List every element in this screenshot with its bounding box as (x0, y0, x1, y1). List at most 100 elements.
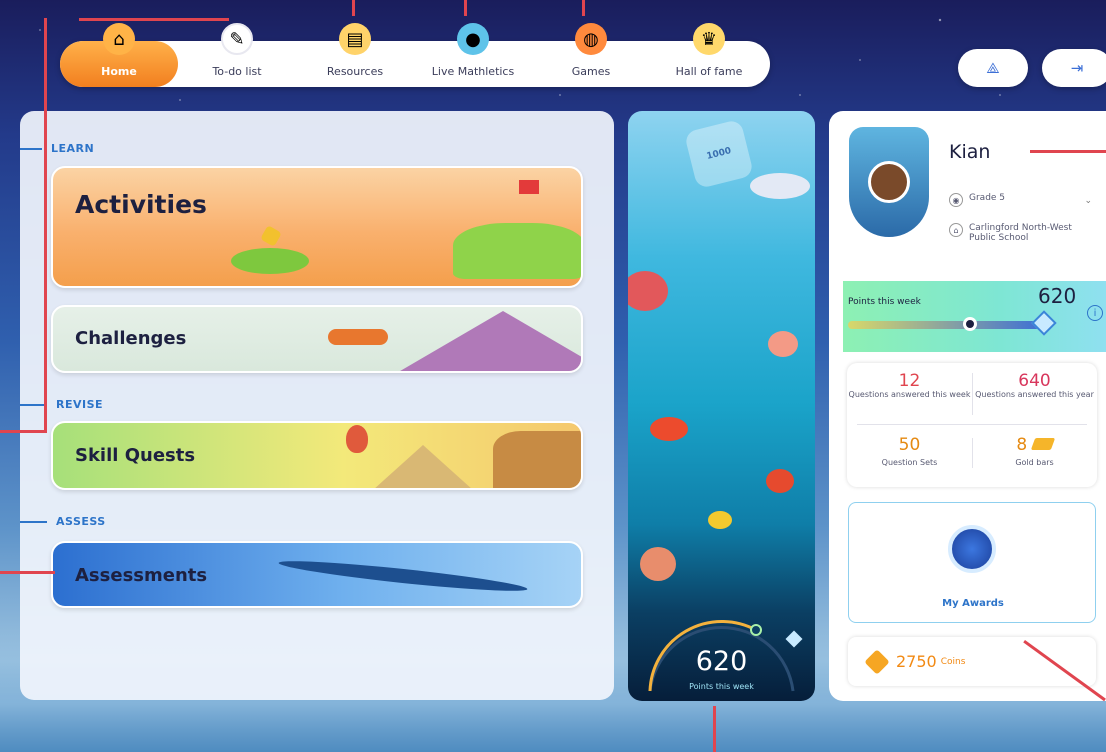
assessments-card[interactable]: Assessments (51, 541, 583, 608)
week-label: Points this week (848, 297, 921, 307)
pyramid-illustration (373, 445, 473, 488)
activities-card[interactable]: Activities (51, 166, 583, 288)
nav-todo-list[interactable]: ✎ To-do list (178, 23, 296, 87)
stat-week-questions: 12 Questions answered this week (847, 371, 972, 400)
manta-ray-illustration (277, 555, 529, 597)
student-name: Kian (949, 141, 991, 163)
stat-question-sets: 50 Question Sets (847, 435, 972, 468)
section-learn-label: LEARN (51, 142, 95, 155)
chevron-down-icon[interactable]: ⌄ (1084, 196, 1092, 206)
diamond-goal-icon (1031, 310, 1057, 336)
award-badge-icon (948, 525, 996, 573)
challenges-title: Challenges (75, 328, 187, 349)
nav-hof-label: Hall of fame (675, 65, 743, 78)
clownfish-icon (650, 417, 688, 441)
points-this-week-band: Points this week 620 (843, 281, 1106, 352)
annotation-arrow (1030, 150, 1106, 153)
stat-year-questions: 640 Questions answered this year (972, 371, 1097, 400)
ocean-progress-panel: 1000 620 Points this week (628, 111, 815, 701)
gold-bar-icon (1030, 438, 1055, 450)
progress-knob (962, 317, 977, 331)
avatar-face (868, 161, 910, 203)
milestone-cube-icon: 1000 (683, 118, 755, 190)
challenges-card[interactable]: Challenges (51, 305, 583, 373)
stat-week-label: Questions answered this week (848, 390, 971, 399)
week-value: 620 (1038, 284, 1077, 308)
trophy-icon: ♛ (693, 23, 725, 55)
pufferfish-icon (628, 271, 668, 311)
avatar-builder-button[interactable]: ⟁ (958, 49, 1028, 87)
flag-icon (519, 180, 539, 194)
stat-gold-num: 8 (1016, 435, 1028, 455)
skill-quests-title: Skill Quests (75, 445, 196, 466)
flying-fish-icon (750, 173, 810, 199)
ocean-points-label: Points this week (689, 682, 754, 691)
stat-gold-label: Gold bars (1015, 458, 1054, 467)
learn-panel: LEARN Activities Challenges REVISE Skill… (20, 111, 614, 700)
nav-todo-label: To-do list (212, 65, 262, 78)
section-assess-label: ASSESS (56, 515, 106, 528)
stat-sets-label: Question Sets (881, 458, 938, 467)
goldfish-icon (768, 331, 798, 357)
logout-button[interactable]: ⇥ (1042, 49, 1106, 87)
stat-sets-num: 50 (898, 435, 921, 455)
my-awards-label: My Awards (942, 598, 1004, 609)
ocean-points-value: 620 (695, 646, 748, 677)
nav-resources-label: Resources (326, 65, 384, 78)
nav-games-label: Games (571, 65, 611, 78)
annotation-arrow (582, 0, 585, 16)
avatar[interactable] (849, 127, 929, 237)
info-icon[interactable]: i (1087, 305, 1103, 321)
coin-icon (260, 225, 282, 247)
main-nav: ⌂ Home ✎ To-do list ▤ Resources ● Live M… (60, 23, 770, 87)
stat-gold-bars: 8 Gold bars (972, 435, 1097, 468)
annotation-arrow (79, 18, 229, 21)
school-icon: ⌂ (949, 223, 963, 237)
section-revise-label: REVISE (56, 398, 104, 411)
nav-home-label: Home (101, 65, 137, 78)
flag-island (453, 223, 581, 279)
balloon-icon (346, 425, 368, 453)
grade-label: Grade 5 (969, 193, 1006, 203)
profile-panel: Kian ◉ Grade 5 ⌄ ⌂ Carlingford North-Wes… (829, 111, 1106, 701)
annotation-arrow (0, 430, 47, 433)
assessments-title: Assessments (75, 565, 208, 586)
avatar-builder-icon: ⟁ (986, 59, 1000, 77)
rocks-illustration (493, 431, 581, 488)
annotation-arrow (464, 0, 467, 16)
section-revise: REVISE (20, 398, 103, 411)
coin-icon (864, 648, 890, 675)
activities-title: Activities (75, 190, 207, 219)
section-learn: LEARN (20, 142, 94, 155)
section-assess: ASSESS (20, 515, 106, 528)
grade-icon: ◉ (949, 193, 963, 207)
nav-games[interactable]: ◍ Games (532, 23, 650, 87)
milestone-value: 1000 (705, 146, 733, 162)
grade-select[interactable]: ◉ Grade 5 (949, 193, 1005, 207)
school-info: ⌂ Carlingford North-West Public School (949, 223, 1099, 243)
annotation-arrow (352, 0, 355, 16)
school-label: Carlingford North-West Public School (969, 223, 1072, 243)
stats-card: 12 Questions answered this week 640 Ques… (847, 363, 1097, 487)
pencil-icon: ✎ (221, 23, 253, 55)
week-progress-bar (848, 310, 1057, 336)
annotation-arrow (713, 706, 716, 752)
coins-label: Coins (940, 656, 966, 667)
yellowfish-icon (708, 511, 732, 529)
nav-home[interactable]: ⌂ Home (60, 23, 178, 87)
stat-week-num: 12 (898, 371, 921, 391)
basketball-icon: ◍ (575, 23, 607, 55)
mountain-illustration (383, 311, 581, 371)
floating-island (231, 248, 309, 274)
stat-year-label: Questions answered this year (975, 390, 1094, 399)
skill-quests-card[interactable]: Skill Quests (51, 421, 583, 490)
stat-year-num: 640 (1018, 371, 1051, 391)
house-icon: ⌂ (103, 23, 135, 55)
nav-live-mathletics[interactable]: ● Live Mathletics (414, 23, 532, 87)
annotation-arrow (44, 18, 47, 432)
book-icon: ▤ (339, 23, 371, 55)
nav-hall-of-fame[interactable]: ♛ Hall of fame (650, 23, 768, 87)
nav-resources[interactable]: ▤ Resources (296, 23, 414, 87)
octopus-icon (640, 547, 676, 581)
my-awards-button[interactable]: My Awards (848, 502, 1096, 623)
